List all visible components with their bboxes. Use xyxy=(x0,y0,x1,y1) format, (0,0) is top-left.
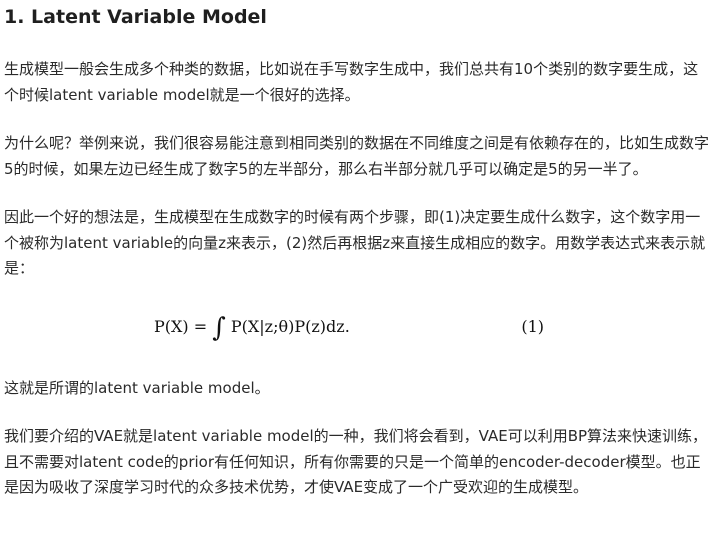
article: 1. Latent Variable Model 生成模型一般会生成多个种类的数… xyxy=(4,0,710,501)
equation-block: P(X) = ∫ P(X|z;θ)P(z)dz. (1) xyxy=(4,288,710,368)
paragraph-two-steps: 因此一个好的想法是，生成模型在生成数字的时候有两个步骤，即(1)决定要生成什么数… xyxy=(4,208,706,277)
equation-formula: P(X) = ∫ P(X|z;θ)P(z)dz. xyxy=(154,310,350,345)
integral-symbol: ∫ xyxy=(212,312,226,343)
equation-lhs: P(X) = xyxy=(154,316,213,336)
paragraph-vae: 我们要介绍的VAE就是latent variable model的一种，我们将会… xyxy=(4,427,708,496)
equation-number: (1) xyxy=(521,316,544,336)
paragraph-intro: 生成模型一般会生成多个种类的数据，比如说在手写数字生成中，我们总共有10个类别的… xyxy=(4,60,699,104)
section-heading: 1. Latent Variable Model xyxy=(4,6,267,28)
paragraph-why: 为什么呢？举例来说，我们很容易能注意到相同类别的数据在不同维度之间是有依赖存在的… xyxy=(4,134,710,178)
paragraph-definition: 这就是所谓的latent variable model。 xyxy=(4,378,270,397)
equation-rhs: P(X|z;θ)P(z)dz. xyxy=(225,316,350,336)
